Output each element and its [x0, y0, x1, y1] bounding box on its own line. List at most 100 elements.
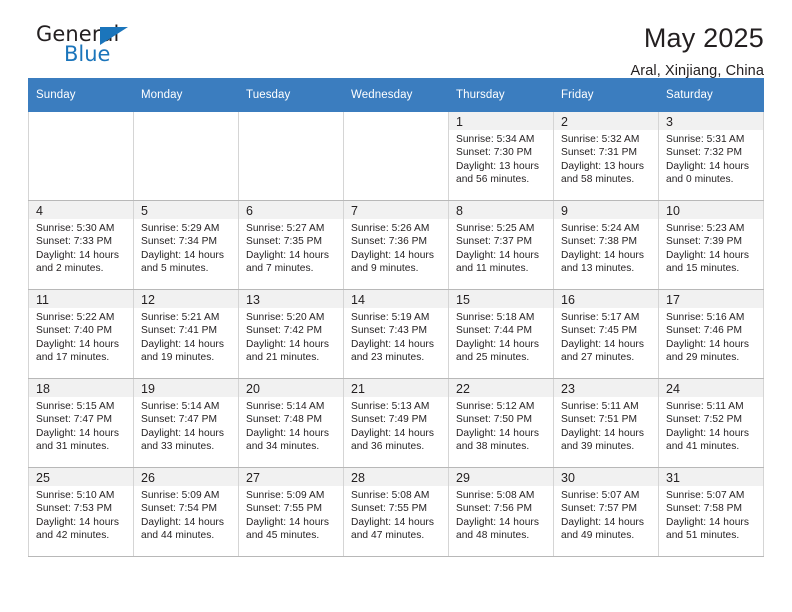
calendar-day-cell[interactable]: 23 Sunrise: 5:11 AM Sunset: 7:51 PM Dayligh…	[553, 378, 659, 468]
daylight-text-line2: and 21 minutes.	[246, 352, 320, 364]
day-sun-info: Sunrise: 5:08 AM Sunset: 7:55 PM Daylight:…	[351, 489, 442, 543]
daylight-text-line2: and 2 minutes.	[36, 263, 104, 275]
daylight-text-line1: Daylight: 14 hours	[666, 249, 750, 261]
sunset-text: Sunset: 7:39 PM	[666, 236, 743, 248]
calendar-day-cell[interactable]: 7 Sunrise: 5:26 AM Sunset: 7:36 PM Daylight…	[343, 200, 449, 290]
calendar-day-cell[interactable]: 3 Sunrise: 5:31 AM Sunset: 7:32 PM Daylight…	[658, 111, 764, 201]
day-sun-info: Sunrise: 5:23 AM Sunset: 7:39 PM Daylight:…	[666, 222, 757, 276]
calendar-day-cell[interactable]: 24 Sunrise: 5:11 AM Sunset: 7:52 PM Dayligh…	[658, 378, 764, 468]
calendar-day-cell[interactable]: 29 Sunrise: 5:08 AM Sunset: 7:56 PM Dayligh…	[448, 467, 554, 557]
daylight-text-line2: and 48 minutes.	[456, 530, 530, 542]
calendar-day-cell[interactable]: 14 Sunrise: 5:19 AM Sunset: 7:43 PM Dayligh…	[343, 289, 449, 379]
daylight-text-line2: and 34 minutes.	[246, 441, 320, 453]
day-number: 10	[666, 204, 680, 218]
sunrise-text: Sunrise: 5:13 AM	[351, 401, 430, 412]
day-number: 4	[36, 204, 43, 218]
sunset-text: Sunset: 7:52 PM	[666, 414, 743, 426]
calendar-day-cell[interactable]: 27 Sunrise: 5:09 AM Sunset: 7:55 PM Dayligh…	[238, 467, 344, 557]
calendar-day-cell[interactable]: 28 Sunrise: 5:08 AM Sunset: 7:55 PM Dayligh…	[343, 467, 449, 557]
calendar-cell-inner	[134, 112, 238, 200]
daylight-text-line2: and 39 minutes.	[561, 441, 635, 453]
calendar-day-cell[interactable]: 26 Sunrise: 5:09 AM Sunset: 7:54 PM Dayligh…	[133, 467, 239, 557]
day-number: 21	[351, 382, 365, 396]
calendar-cell-inner: 18 Sunrise: 5:15 AM Sunset: 7:47 PM Dayligh…	[29, 379, 133, 467]
calendar-cell-inner: 6 Sunrise: 5:27 AM Sunset: 7:35 PM Daylight…	[239, 201, 343, 289]
daylight-text-line2: and 38 minutes.	[456, 441, 530, 453]
calendar-day-cell[interactable]: 11 Sunrise: 5:22 AM Sunset: 7:40 PM Dayligh…	[28, 289, 134, 379]
sunset-text: Sunset: 7:51 PM	[561, 414, 638, 426]
day-sun-info: Sunrise: 5:07 AM Sunset: 7:58 PM Daylight:…	[666, 489, 757, 543]
sunrise-text: Sunrise: 5:34 AM	[456, 134, 535, 145]
day-sun-info: Sunrise: 5:31 AM Sunset: 7:32 PM Daylight:…	[666, 133, 757, 187]
sunset-text: Sunset: 7:31 PM	[561, 147, 638, 159]
calendar-cell-inner: 19 Sunrise: 5:14 AM Sunset: 7:47 PM Dayligh…	[134, 379, 238, 467]
calendar-day-cell[interactable]: 4 Sunrise: 5:30 AM Sunset: 7:33 PM Daylight…	[28, 200, 134, 290]
weekday-header-tuesday: Tuesday	[238, 78, 344, 112]
sunrise-text: Sunrise: 5:19 AM	[351, 312, 430, 323]
sunrise-text: Sunrise: 5:15 AM	[36, 401, 115, 412]
calendar-day-cell[interactable]: 12 Sunrise: 5:21 AM Sunset: 7:41 PM Dayligh…	[133, 289, 239, 379]
sunrise-text: Sunrise: 5:23 AM	[666, 223, 745, 234]
sunrise-text: Sunrise: 5:25 AM	[456, 223, 535, 234]
calendar-week-row: 4 Sunrise: 5:30 AM Sunset: 7:33 PM Daylight…	[28, 200, 764, 290]
day-sun-info: Sunrise: 5:30 AM Sunset: 7:33 PM Daylight:…	[36, 222, 127, 276]
sunset-text: Sunset: 7:55 PM	[351, 503, 428, 515]
logo-text-blue: Blue	[64, 42, 111, 66]
calendar-cell-inner	[29, 112, 133, 200]
calendar-cell-inner	[344, 112, 448, 200]
calendar-day-cell[interactable]: 9 Sunrise: 5:24 AM Sunset: 7:38 PM Daylight…	[553, 200, 659, 290]
sunset-text: Sunset: 7:55 PM	[246, 503, 323, 515]
daylight-text-line1: Daylight: 14 hours	[456, 516, 540, 528]
calendar-day-cell[interactable]: 17 Sunrise: 5:16 AM Sunset: 7:46 PM Dayligh…	[658, 289, 764, 379]
calendar-day-cell[interactable]: 15 Sunrise: 5:18 AM Sunset: 7:44 PM Dayligh…	[448, 289, 554, 379]
calendar-day-cell[interactable]: 25 Sunrise: 5:10 AM Sunset: 7:53 PM Dayligh…	[28, 467, 134, 557]
calendar-day-cell[interactable]: 18 Sunrise: 5:15 AM Sunset: 7:47 PM Dayligh…	[28, 378, 134, 468]
calendar-day-cell[interactable]: 13 Sunrise: 5:20 AM Sunset: 7:42 PM Dayligh…	[238, 289, 344, 379]
daylight-text-line1: Daylight: 14 hours	[561, 516, 645, 528]
calendar-day-cell[interactable]: 5 Sunrise: 5:29 AM Sunset: 7:34 PM Daylight…	[133, 200, 239, 290]
calendar-cell-inner: 20 Sunrise: 5:14 AM Sunset: 7:48 PM Dayligh…	[239, 379, 343, 467]
daylight-text-line2: and 44 minutes.	[141, 530, 215, 542]
calendar-week-row: 11 Sunrise: 5:22 AM Sunset: 7:40 PM Dayligh…	[28, 289, 764, 379]
sunset-text: Sunset: 7:42 PM	[246, 325, 323, 337]
sunset-text: Sunset: 7:35 PM	[246, 236, 323, 248]
day-sun-info: Sunrise: 5:34 AM Sunset: 7:30 PM Daylight:…	[456, 133, 547, 187]
sunrise-text: Sunrise: 5:27 AM	[246, 223, 325, 234]
daylight-text-line2: and 49 minutes.	[561, 530, 635, 542]
calendar-day-cell[interactable]: 16 Sunrise: 5:17 AM Sunset: 7:45 PM Dayligh…	[553, 289, 659, 379]
daylight-text-line1: Daylight: 14 hours	[456, 427, 540, 439]
calendar-day-cell[interactable]: 10 Sunrise: 5:23 AM Sunset: 7:39 PM Dayligh…	[658, 200, 764, 290]
day-sun-info: Sunrise: 5:14 AM Sunset: 7:48 PM Daylight:…	[246, 400, 337, 454]
calendar-cell-inner: 23 Sunrise: 5:11 AM Sunset: 7:51 PM Dayligh…	[554, 379, 658, 467]
calendar-day-cell[interactable]: 21 Sunrise: 5:13 AM Sunset: 7:49 PM Dayligh…	[343, 378, 449, 468]
calendar-day-cell[interactable]: 6 Sunrise: 5:27 AM Sunset: 7:35 PM Daylight…	[238, 200, 344, 290]
sunset-text: Sunset: 7:43 PM	[351, 325, 428, 337]
calendar-day-cell[interactable]: 1 Sunrise: 5:34 AM Sunset: 7:30 PM Daylight…	[448, 111, 554, 201]
calendar-day-cell[interactable]: 20 Sunrise: 5:14 AM Sunset: 7:48 PM Dayligh…	[238, 378, 344, 468]
daylight-text-line2: and 45 minutes.	[246, 530, 320, 542]
calendar-day-cell[interactable]: 2 Sunrise: 5:32 AM Sunset: 7:31 PM Daylight…	[553, 111, 659, 201]
calendar-body: 1 Sunrise: 5:34 AM Sunset: 7:30 PM Daylight…	[28, 111, 764, 557]
calendar-cell-inner: 12 Sunrise: 5:21 AM Sunset: 7:41 PM Dayligh…	[134, 290, 238, 378]
sunset-text: Sunset: 7:41 PM	[141, 325, 218, 337]
day-sun-info: Sunrise: 5:27 AM Sunset: 7:35 PM Daylight:…	[246, 222, 337, 276]
sunrise-text: Sunrise: 5:17 AM	[561, 312, 640, 323]
calendar-day-cell[interactable]: 22 Sunrise: 5:12 AM Sunset: 7:50 PM Dayligh…	[448, 378, 554, 468]
calendar-day-cell[interactable]: 31 Sunrise: 5:07 AM Sunset: 7:58 PM Dayligh…	[658, 467, 764, 557]
daylight-text-line1: Daylight: 14 hours	[666, 427, 750, 439]
sunset-text: Sunset: 7:44 PM	[456, 325, 533, 337]
calendar-day-cell[interactable]: 8 Sunrise: 5:25 AM Sunset: 7:37 PM Daylight…	[448, 200, 554, 290]
calendar-day-cell[interactable]: 30 Sunrise: 5:07 AM Sunset: 7:57 PM Dayligh…	[553, 467, 659, 557]
sunset-text: Sunset: 7:34 PM	[141, 236, 218, 248]
daylight-text-line2: and 31 minutes.	[36, 441, 110, 453]
sunset-text: Sunset: 7:40 PM	[36, 325, 113, 337]
daylight-text-line1: Daylight: 14 hours	[561, 249, 645, 261]
sunrise-text: Sunrise: 5:22 AM	[36, 312, 115, 323]
daylight-text-line1: Daylight: 14 hours	[246, 427, 330, 439]
calendar-day-cell[interactable]: 19 Sunrise: 5:14 AM Sunset: 7:47 PM Dayligh…	[133, 378, 239, 468]
calendar-cell-inner: 27 Sunrise: 5:09 AM Sunset: 7:55 PM Dayligh…	[239, 468, 343, 556]
day-sun-info: Sunrise: 5:12 AM Sunset: 7:50 PM Daylight:…	[456, 400, 547, 454]
sunset-text: Sunset: 7:57 PM	[561, 503, 638, 515]
sunrise-text: Sunrise: 5:31 AM	[666, 134, 745, 145]
daylight-text-line1: Daylight: 14 hours	[351, 516, 435, 528]
